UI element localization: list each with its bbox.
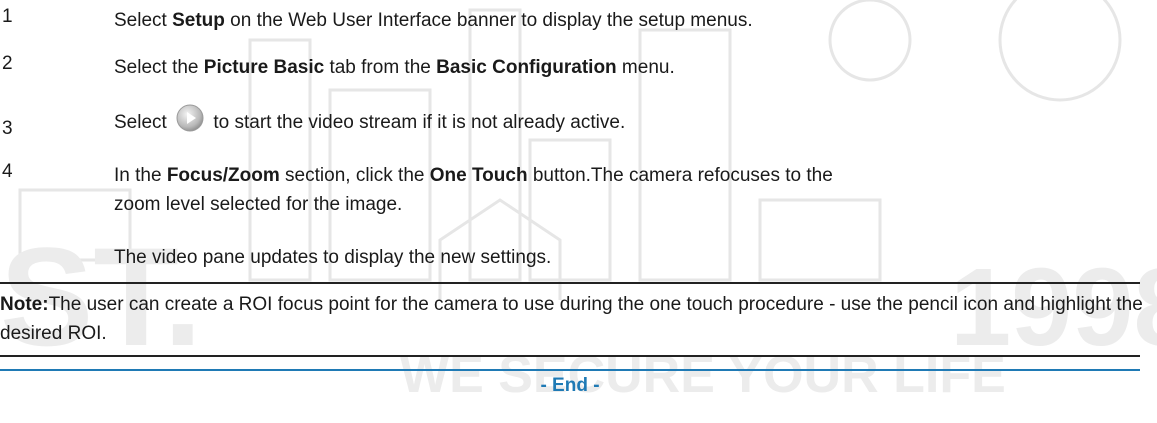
- step-text: Select the Picture Basic tab from the Ba…: [114, 53, 1147, 82]
- end-marker: - End -: [540, 375, 600, 396]
- step-text-part: Select: [114, 112, 173, 133]
- basic-configuration-term: Basic Configuration: [436, 57, 617, 78]
- note-bottom-rule: [0, 355, 1140, 357]
- one-touch-term: One Touch: [429, 165, 528, 186]
- note-text: The user can create a ROI focus point fo…: [0, 294, 1143, 344]
- step-result-text: The video pane updates to display the ne…: [114, 247, 552, 268]
- step-text-part: Select the: [114, 57, 204, 78]
- step-text-part: Select: [114, 10, 173, 31]
- step-number: 4: [2, 161, 13, 182]
- note-top-rule: [0, 282, 1140, 284]
- step-text-part: to start the video stream if it is not a…: [208, 112, 626, 133]
- step-text: Select to start the video stream if it i…: [114, 104, 1147, 137]
- play-icon: [176, 104, 204, 132]
- step-number: 3: [2, 118, 13, 139]
- step-text-part: menu.: [616, 57, 675, 78]
- setup-term: Setup: [172, 10, 225, 31]
- procedure-content: 1 Select Setup on the Web User Interface…: [0, 0, 1157, 423]
- step-number: 1: [2, 6, 13, 27]
- picture-basic-term: Picture Basic: [203, 57, 325, 78]
- step-text-part: tab from the: [324, 57, 437, 78]
- step-text-part: In the: [114, 165, 167, 186]
- step-text-part: section, click the: [279, 165, 430, 186]
- note-block: Note:The user can create a ROI focus poi…: [0, 290, 1147, 348]
- end-rule: [0, 369, 1140, 371]
- step-number: 2: [2, 53, 13, 74]
- step-text-part: on the Web User Interface banner to disp…: [224, 10, 753, 31]
- step-text: Select Setup on the Web User Interface b…: [114, 6, 1147, 35]
- step-text: In the Focus/Zoom section, click the One…: [114, 161, 857, 219]
- focus-zoom-term: Focus/Zoom: [166, 165, 280, 186]
- note-label: Note:: [0, 294, 49, 315]
